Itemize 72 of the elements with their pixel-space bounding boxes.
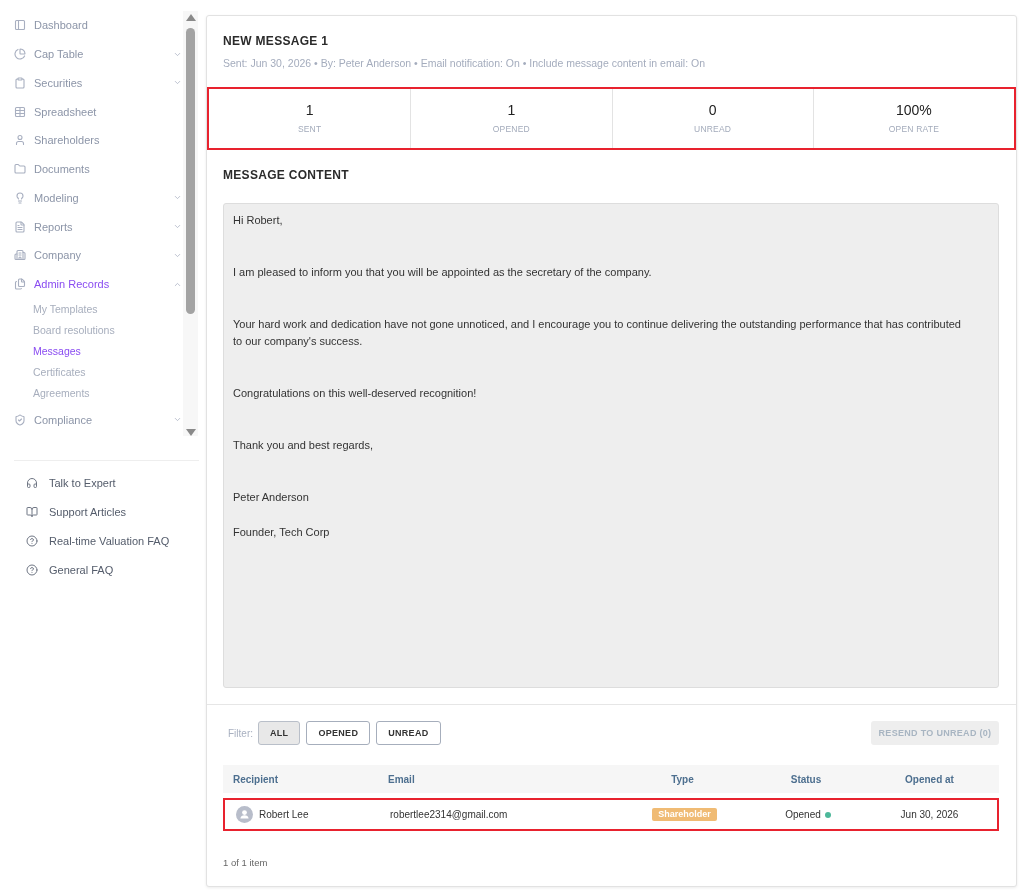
column-header: Recipient bbox=[233, 773, 278, 785]
stat-value: 1 bbox=[507, 102, 516, 119]
message-paragraph: Thank you and best regards, bbox=[233, 438, 375, 453]
message-paragraph: Congratulations on this well-deserved recognition! bbox=[233, 386, 478, 401]
sidebar-subitem[interactable]: Certificates bbox=[33, 361, 86, 383]
help-link[interactable]: Real-time Valuation FAQ bbox=[26, 526, 170, 555]
sidebar-subitem[interactable]: Board resolutions bbox=[33, 319, 115, 341]
avatar-icon bbox=[236, 806, 253, 823]
opened-date: Jun 30, 2026 bbox=[900, 809, 959, 820]
stat-value: 0 bbox=[708, 102, 717, 119]
panel-icon bbox=[14, 19, 26, 32]
lightbulb-icon bbox=[14, 191, 26, 204]
sidebar-item[interactable]: Securities bbox=[14, 68, 182, 98]
sidebar-item[interactable]: Modeling bbox=[14, 183, 182, 213]
folder-icon bbox=[14, 163, 26, 176]
sidebar-item[interactable]: Cap Table bbox=[14, 39, 182, 69]
stat-label: UNREAD bbox=[694, 124, 732, 135]
sidebar-item[interactable]: Company bbox=[14, 241, 182, 270]
building-icon bbox=[14, 249, 26, 262]
filter-label: Filter: bbox=[228, 727, 253, 739]
table-icon bbox=[14, 105, 26, 118]
scroll-down-icon[interactable] bbox=[185, 429, 196, 436]
shield-check-icon bbox=[14, 413, 26, 426]
headphones-icon bbox=[26, 476, 38, 489]
status-text: Opened bbox=[785, 809, 821, 820]
scrollbar-thumb[interactable] bbox=[186, 28, 195, 314]
section-heading: MESSAGE CONTENT bbox=[223, 167, 349, 183]
help-icon bbox=[26, 563, 38, 576]
user-icon bbox=[14, 134, 26, 147]
sidebar-item[interactable]: Shareholders bbox=[14, 126, 182, 155]
filter-button[interactable]: UNREAD bbox=[376, 721, 441, 745]
pagination-summary: 1 of 1 item bbox=[223, 857, 268, 869]
files-icon bbox=[14, 278, 26, 291]
stat-label: OPENED bbox=[492, 124, 530, 135]
sidebar-subitem[interactable]: My Templates bbox=[33, 298, 98, 320]
help-icon bbox=[26, 534, 38, 547]
type-tag: Shareholder bbox=[652, 808, 717, 821]
sidebar-item[interactable]: Admin Records bbox=[14, 269, 182, 299]
sidebar-item[interactable]: Reports bbox=[14, 212, 182, 241]
column-header: Email bbox=[388, 773, 415, 785]
clipboard-icon bbox=[14, 76, 26, 89]
sidebar-item[interactable]: Documents bbox=[14, 154, 182, 184]
column-header: Type bbox=[671, 773, 694, 785]
filter-button[interactable]: OPENED bbox=[306, 721, 371, 745]
document-icon bbox=[14, 220, 26, 233]
column-header: Opened at bbox=[905, 773, 954, 785]
stat-value: 100% bbox=[895, 102, 932, 119]
scroll-up-icon[interactable] bbox=[185, 14, 196, 21]
message-paragraph: I am pleased to inform you that you will be appointed as the secretary of the company. bbox=[233, 265, 653, 280]
message-title: NEW MESSAGE 1 bbox=[223, 33, 329, 49]
message-paragraph: Hi Robert, bbox=[233, 213, 284, 228]
sidebar-subitem[interactable]: Agreements bbox=[33, 382, 90, 404]
column-header: Status bbox=[790, 773, 822, 785]
sidebar-subitem[interactable]: Messages bbox=[33, 340, 81, 362]
message-paragraph: Your hard work and dedication have not gone unnoticed, and I encourage you to continue delivering the outstanding performance that has contributed to our company's success. bbox=[233, 317, 962, 349]
email-address: robertlee2314@gmail.com bbox=[390, 809, 508, 820]
filter-button[interactable]: ALL bbox=[258, 721, 301, 745]
sidebar-item[interactable]: Compliance bbox=[14, 405, 182, 435]
sidebar-item[interactable]: Dashboard bbox=[14, 11, 182, 40]
book-icon bbox=[26, 505, 38, 518]
stat-label: SENT bbox=[297, 124, 322, 135]
message-paragraph: Founder, Tech Corp bbox=[233, 525, 331, 540]
sidebar-item[interactable]: Spreadsheet bbox=[14, 97, 182, 126]
help-link[interactable]: Support Articles bbox=[26, 497, 127, 526]
pie-chart-icon bbox=[14, 48, 26, 61]
recipient-name: Robert Lee bbox=[259, 809, 309, 820]
help-link[interactable]: General FAQ bbox=[26, 555, 114, 584]
stat-value: 1 bbox=[305, 102, 314, 119]
help-link[interactable]: Talk to Expert bbox=[26, 468, 116, 497]
message-paragraph: Peter Anderson bbox=[233, 490, 310, 505]
message-meta: Sent: Jun 30, 2026 • By: Peter Anderson • Email notification: On • Include message content in email: On bbox=[223, 56, 706, 70]
stat-label: OPEN RATE bbox=[888, 124, 939, 135]
